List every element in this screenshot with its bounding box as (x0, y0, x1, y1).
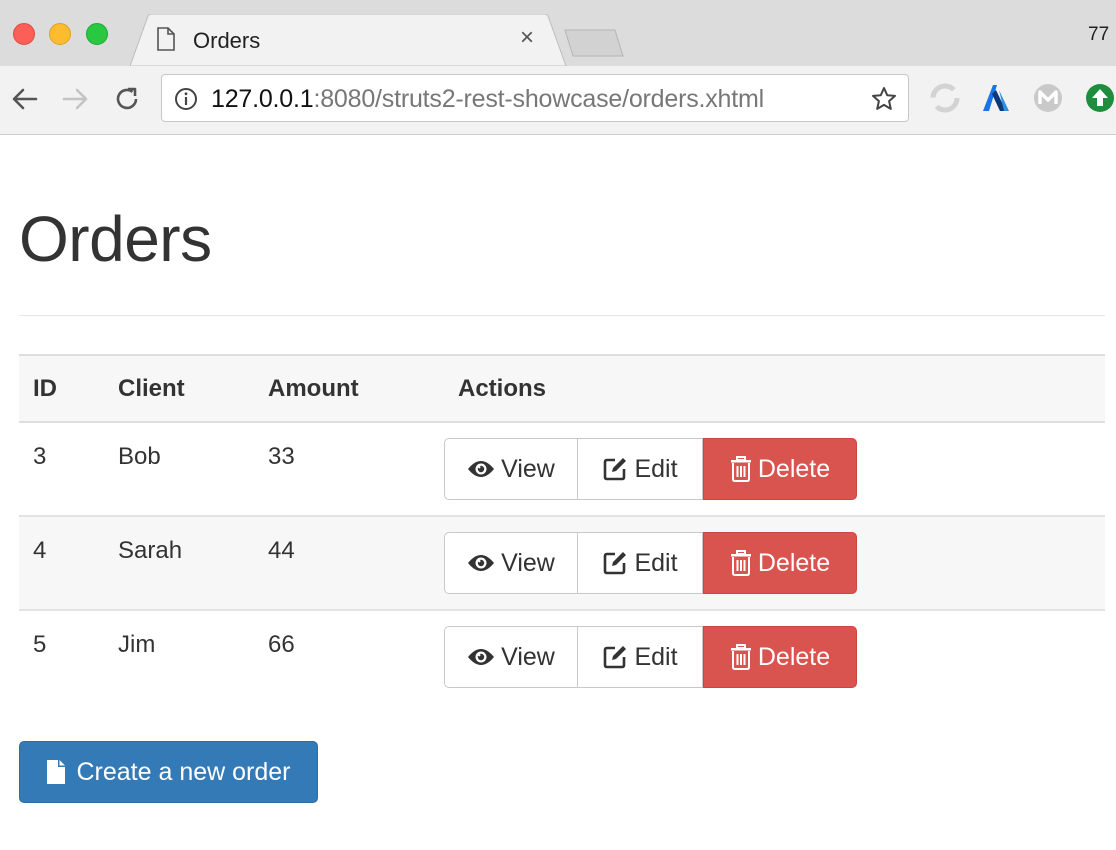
edit-label: Edit (634, 548, 678, 577)
delete-button[interactable]: Delete (703, 532, 857, 594)
cell-actions: View Edit Delete (444, 610, 1105, 704)
forward-icon[interactable] (60, 84, 90, 119)
new-tab-button[interactable] (563, 28, 625, 58)
create-order-button[interactable]: Create a new order (19, 741, 318, 803)
edit-icon (604, 458, 627, 481)
delete-label: Delete (757, 642, 831, 671)
url-path: :8080/struts2-rest-showcase/orders.xhtml (313, 85, 764, 113)
edit-button[interactable]: Edit (578, 438, 703, 500)
action-button-group: View Edit Delete (444, 532, 1105, 594)
eye-icon (468, 649, 495, 665)
cell-client: Sarah (104, 516, 254, 611)
window-close-button[interactable] (13, 23, 35, 45)
eye-icon (468, 461, 495, 477)
lambda-extension-icon[interactable] (980, 82, 1012, 119)
window-maximize-button[interactable] (86, 23, 108, 45)
info-icon[interactable] (174, 87, 198, 116)
page-content: Orders ID Client Amount Actions 3 Bob 33 (0, 135, 1116, 850)
tab-title: Orders (193, 28, 261, 53)
edit-label: Edit (634, 454, 678, 483)
header-actions: Actions (444, 354, 1105, 423)
cell-client: Jim (118, 631, 156, 658)
header-client: Client (104, 354, 254, 423)
profile-indicator: 77 (1088, 24, 1110, 45)
delete-label: Delete (757, 548, 831, 577)
page-icon (157, 27, 175, 56)
table-row: 5 Jim 66 View Edit Delete (19, 610, 1105, 704)
trash-icon (730, 456, 751, 482)
page-title: Orders (19, 203, 212, 275)
window-minimize-button[interactable] (49, 23, 71, 45)
cell-amount: 44 (254, 516, 444, 611)
cell-amount: 66 (268, 631, 295, 658)
tab-close-icon[interactable]: × (520, 24, 534, 52)
header-id: ID (19, 354, 104, 423)
delete-button[interactable]: Delete (703, 626, 857, 688)
cell-client: Bob (104, 422, 254, 517)
delete-label: Delete (757, 454, 831, 483)
sync-icon[interactable] (929, 82, 961, 119)
address-bar[interactable]: 127.0.0.1:8080/struts2-rest-showcase/ord… (161, 74, 909, 122)
orders-table: ID Client Amount Actions 3 Bob 33 View E… (19, 354, 1105, 704)
cell-amount: 33 (254, 422, 444, 517)
view-button[interactable]: View (444, 438, 578, 500)
cell-id: 4 (19, 516, 104, 611)
action-button-group: View Edit Delete (444, 626, 1105, 688)
back-icon[interactable] (10, 84, 40, 119)
cell-id: 3 (19, 422, 104, 517)
table-row: 3 Bob 33 View Edit Delete (19, 422, 1105, 517)
title-divider (19, 315, 1105, 316)
delete-button[interactable]: Delete (703, 438, 857, 500)
view-button[interactable]: View (444, 626, 578, 688)
browser-toolbar: 127.0.0.1:8080/struts2-rest-showcase/ord… (0, 66, 1116, 135)
header-amount: Amount (254, 354, 444, 423)
edit-label: Edit (634, 642, 678, 671)
table-header-row: ID Client Amount Actions (19, 354, 1105, 423)
url-host: 127.0.0.1 (211, 85, 314, 113)
cell-id: 5 (33, 631, 47, 658)
url-text[interactable]: 127.0.0.1:8080/struts2-rest-showcase/ord… (211, 85, 764, 114)
view-label: View (501, 454, 555, 483)
cell-actions: View Edit Delete (444, 422, 1105, 517)
view-label: View (501, 642, 555, 671)
browser-titlebar: Orders × 77 (0, 0, 1116, 66)
edit-button[interactable]: Edit (578, 626, 703, 688)
edit-button[interactable]: Edit (578, 532, 703, 594)
trash-icon (730, 550, 751, 576)
eye-icon (468, 555, 495, 571)
file-icon (47, 760, 66, 784)
bookmark-star-icon[interactable] (871, 86, 897, 117)
view-button[interactable]: View (444, 532, 578, 594)
reload-icon[interactable] (112, 84, 142, 119)
m-extension-icon[interactable] (1032, 82, 1064, 119)
upload-extension-icon[interactable] (1084, 82, 1116, 119)
trash-icon (730, 644, 751, 670)
view-label: View (501, 548, 555, 577)
edit-icon (604, 552, 627, 575)
cell-actions: View Edit Delete (444, 516, 1105, 611)
action-button-group: View Edit Delete (444, 438, 1105, 500)
browser-tab-orders[interactable]: Orders × (130, 14, 568, 66)
create-order-label: Create a new order (76, 757, 291, 786)
edit-icon (604, 646, 627, 669)
table-row: 4 Sarah 44 View Edit Delete (19, 516, 1105, 611)
